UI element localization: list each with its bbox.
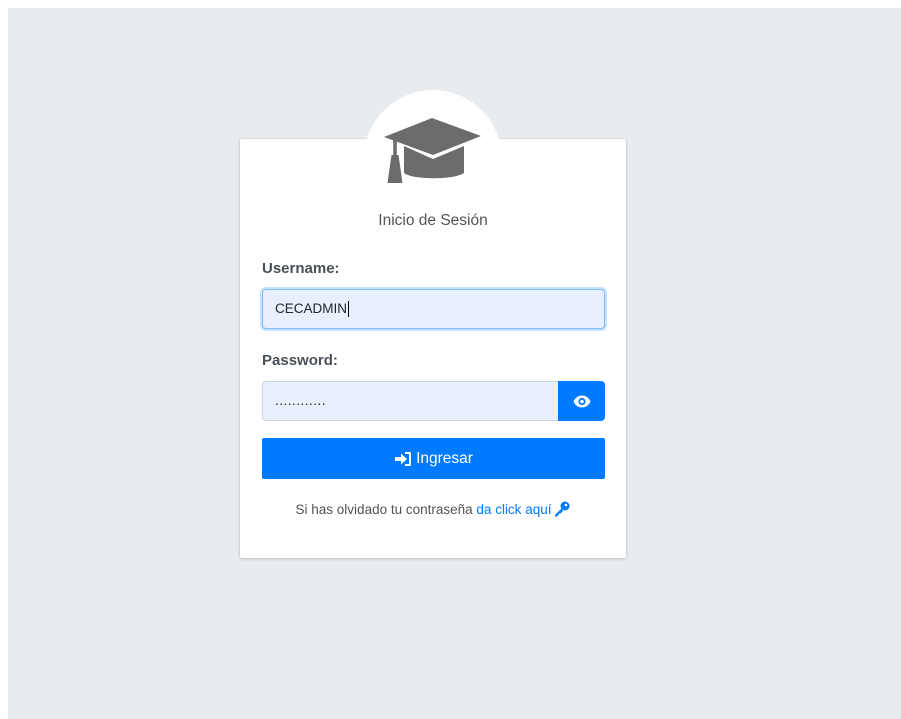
password-input-group: ............ xyxy=(262,381,605,421)
toggle-password-button[interactable] xyxy=(558,381,605,421)
eye-icon xyxy=(573,395,590,407)
login-title: Inicio de Sesión xyxy=(378,212,488,229)
logo-bubble xyxy=(364,90,502,210)
graduation-cap-icon xyxy=(384,118,481,183)
text-caret xyxy=(348,301,350,318)
forgot-password-link[interactable]: da click aquí xyxy=(476,502,551,517)
login-button[interactable]: Ingresar xyxy=(262,438,605,479)
sign-in-icon xyxy=(395,451,412,466)
login-button-label: Ingresar xyxy=(416,449,473,467)
key-icon xyxy=(555,501,570,517)
username-input[interactable]: CECADMIN xyxy=(262,289,605,329)
password-input[interactable]: ............ xyxy=(262,381,559,421)
page-background: Inicio de Sesión Username: CECADMIN Pass… xyxy=(8,8,901,719)
username-value: CECADMIN xyxy=(275,301,348,316)
password-label: Password: xyxy=(262,352,338,369)
username-label: Username: xyxy=(262,260,340,277)
forgot-password-text: Si has olvidado tu contraseña xyxy=(295,502,473,517)
forgot-password-row: Si has olvidado tu contraseña da click a… xyxy=(240,501,626,517)
